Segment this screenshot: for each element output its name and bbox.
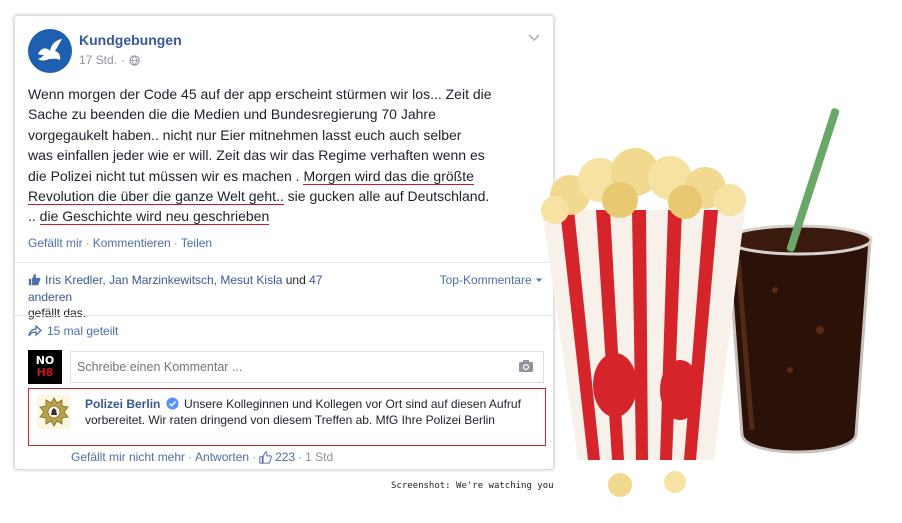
post-line-5: die Polizei nicht tut müssen wir es mach…	[28, 166, 548, 186]
post-line-1: Wenn morgen der Code 45 auf der app ersc…	[28, 86, 492, 102]
comment-sort-label: Top-Kommentare	[439, 273, 532, 287]
highlighted-reply: Polizei Berlin Unsere Kolleginnen und Ko…	[28, 388, 546, 446]
likers-und: und	[282, 273, 310, 287]
highlighted-phrase-2: Revolution die über die ganze Welt geht.…	[28, 188, 284, 206]
post-body: Wenn morgen der Code 45 auf der app ersc…	[28, 84, 548, 227]
globe-icon	[129, 54, 140, 66]
reply-like-count[interactable]: 223	[275, 450, 295, 464]
dove-icon	[38, 39, 62, 61]
comment-link[interactable]: Kommentieren	[93, 236, 171, 250]
highlighted-phrase-1: Morgen wird das die größte	[303, 167, 474, 185]
page-avatar-dove[interactable]	[28, 29, 72, 73]
reply-content: Polizei Berlin Unsere Kolleginnen und Ko…	[85, 396, 540, 428]
reply-author-link[interactable]: Polizei Berlin	[85, 397, 160, 411]
comment-input[interactable]	[70, 351, 544, 383]
popcorn-and-soda-illustration	[541, 108, 873, 497]
action-separator: ·	[188, 450, 193, 464]
action-separator: ·	[298, 450, 303, 464]
police-avatar[interactable]	[37, 395, 71, 429]
post-line-4: was einfallen jeder wie er will. Zeit da…	[28, 147, 485, 164]
facebook-post-card: Kundgebungen 17 Std. · Wenn morgen der C…	[14, 15, 554, 470]
police-star-badge-icon	[39, 397, 69, 427]
post-line-7: .. die Geschichte wird neu geschrieben	[28, 206, 548, 226]
unlike-link[interactable]: Gefällt mir nicht mehr	[71, 450, 185, 464]
divider	[15, 315, 553, 316]
page-name-link[interactable]: Kundgebungen	[79, 32, 182, 48]
chevron-down-icon[interactable]	[527, 30, 541, 44]
action-separator: ·	[173, 236, 178, 250]
share-link[interactable]: Teilen	[181, 236, 212, 250]
avatar-text-2: H8	[36, 366, 54, 379]
post-line-6b: sie gucken alle auf Deutschland.	[283, 188, 490, 205]
likers-names[interactable]: Iris Kredler, Jan Marzinkewitsch, Mesut …	[45, 273, 282, 287]
thumbs-up-icon	[259, 450, 272, 464]
comment-sort-dropdown[interactable]: Top-Kommentare	[440, 273, 543, 287]
post-line-2: Sache zu beenden die die Medien und Bund…	[28, 106, 436, 123]
user-avatar[interactable]: NO H8	[28, 350, 62, 384]
reply-actions: Gefällt mir nicht mehr · Antworten · 223 · 1 …	[71, 450, 333, 464]
post-time[interactable]: 17 Std.	[79, 53, 117, 67]
post-line-5a: die Polizei nicht tut müssen wir es mach…	[28, 167, 304, 184]
verified-badge-icon	[166, 397, 179, 410]
share-arrow-icon	[28, 325, 42, 337]
meta-separator: ·	[121, 53, 126, 67]
post-line-6: Revolution die über die ganze Welt geht.…	[28, 186, 548, 206]
like-link[interactable]: Gefällt mir	[28, 236, 83, 250]
reply-link[interactable]: Antworten	[195, 450, 249, 464]
soda-cup-icon	[725, 108, 873, 454]
thumbs-up-icon	[28, 273, 41, 286]
shares-count-link[interactable]: 15 mal geteilt	[28, 324, 118, 338]
action-separator: ·	[252, 450, 257, 464]
post-meta: 17 Std. ·	[79, 53, 140, 67]
likes-suffix: gefällt das.	[28, 306, 87, 320]
post-line-3: vorgegaukelt haben.. nicht nur Eier mitn…	[28, 126, 462, 143]
comment-composer: NO H8	[28, 350, 544, 386]
divider	[15, 262, 553, 263]
popcorn-box-icon	[541, 148, 746, 497]
reply-time[interactable]: 1 Std	[305, 450, 333, 464]
post-line-7a: ..	[28, 208, 40, 225]
post-actions: Gefällt mir · Kommentieren · Teilen	[28, 236, 212, 250]
highlighted-phrase-3: die Geschichte wird neu geschrieben	[39, 208, 270, 226]
shares-label: 15 mal geteilt	[47, 324, 119, 338]
action-separator: ·	[85, 236, 90, 250]
